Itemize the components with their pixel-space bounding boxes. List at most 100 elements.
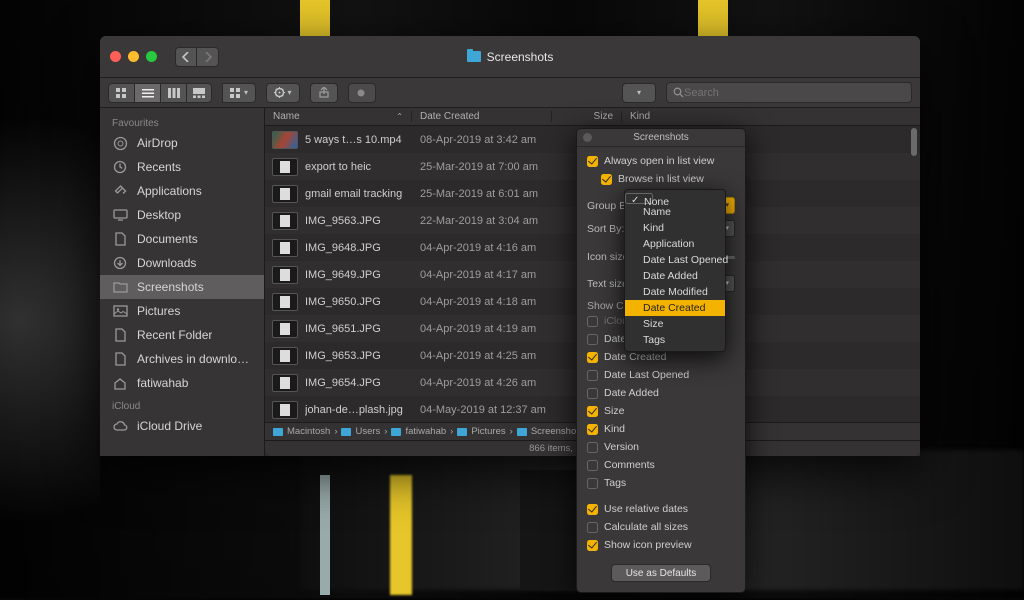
folder-icon (467, 51, 481, 62)
column-toggle-version[interactable]: Version (577, 438, 745, 456)
share-button[interactable] (310, 83, 338, 103)
column-toggle-kind[interactable]: Kind (577, 420, 745, 438)
path-segment[interactable]: fatiwahab (405, 426, 446, 437)
menu-item-date-modified[interactable]: Date Modified (625, 284, 725, 300)
file-thumbnail (265, 131, 305, 149)
dropdown-button[interactable]: ▾ (622, 83, 656, 103)
path-segment[interactable]: Users (355, 426, 380, 437)
panel-title-text: Screenshots (633, 132, 689, 143)
checkbox-icon (587, 504, 598, 515)
sidebar-item-icloud-drive[interactable]: iCloud Drive (100, 414, 264, 438)
arrange-segment: ▾ (222, 83, 256, 103)
sidebar-item-desktop[interactable]: Desktop (100, 203, 264, 227)
file-name: johan-de…plash.jpg (305, 404, 412, 416)
minimize-button[interactable] (128, 51, 139, 62)
column-toggle-date-last-opened[interactable]: Date Last Opened (577, 366, 745, 384)
gallery-view-button[interactable] (186, 83, 212, 103)
file-thumbnail (265, 239, 305, 257)
file-thumbnail (265, 374, 305, 392)
option-show-icon-preview[interactable]: Show icon preview (577, 536, 745, 554)
search-icon (673, 87, 684, 98)
sidebar-item-fatiwahab[interactable]: fatiwahab (100, 371, 264, 395)
close-button[interactable] (110, 51, 121, 62)
file-name: IMG_9648.JPG (305, 242, 412, 254)
sidebar-item-airdrop[interactable]: AirDrop (100, 131, 264, 155)
col-kind[interactable]: Kind (622, 111, 920, 122)
sidebar-item-documents[interactable]: Documents (100, 227, 264, 251)
menu-item-application[interactable]: Application (625, 236, 725, 252)
file-name: IMG_9654.JPG (305, 377, 412, 389)
checkbox-icon (587, 352, 598, 363)
titlebar[interactable]: Screenshots (100, 36, 920, 78)
file-date: 25-Mar-2019 at 6:01 am (412, 188, 552, 200)
col-date-created[interactable]: Date Created (412, 111, 552, 122)
file-name: export to heic (305, 161, 412, 173)
zoom-button[interactable] (146, 51, 157, 62)
menu-item-none[interactable]: None (625, 193, 653, 204)
checkbox-icon (587, 522, 598, 533)
icon-view-button[interactable] (108, 83, 134, 103)
menu-item-size[interactable]: Size (625, 316, 725, 332)
forward-button[interactable] (197, 47, 219, 67)
checkbox-icon (587, 334, 598, 345)
option-calculate-all-sizes[interactable]: Calculate all sizes (577, 518, 745, 536)
folder-icon (517, 428, 527, 436)
group-by-menu[interactable]: NoneNameKindApplicationDate Last OpenedD… (624, 189, 726, 352)
use-as-defaults-button[interactable]: Use as Defaults (611, 564, 711, 582)
column-toggle-date-added[interactable]: Date Added (577, 384, 745, 402)
list-view-button[interactable] (134, 83, 160, 103)
search-input[interactable] (684, 87, 905, 99)
file-date: 04-Apr-2019 at 4:17 am (412, 269, 552, 281)
action-button[interactable]: ▾ (266, 83, 300, 103)
folder-icon (112, 280, 128, 294)
column-toggle-comments[interactable]: Comments (577, 456, 745, 474)
option-use-relative-dates[interactable]: Use relative dates (577, 500, 745, 518)
checkbox-icon (587, 424, 598, 435)
file-thumbnail (265, 347, 305, 365)
finder-window: Screenshots ▾ ▾ ▾ FavouritesAirDropRecen… (100, 36, 920, 456)
sidebar-item-screenshots[interactable]: Screenshots (100, 275, 264, 299)
sidebar-item-recents[interactable]: Recents (100, 155, 264, 179)
chevron-right-icon: › (450, 426, 453, 437)
path-segment[interactable]: Pictures (471, 426, 505, 437)
menu-item-name[interactable]: Name (625, 204, 725, 220)
menu-item-date-added[interactable]: Date Added (625, 268, 725, 284)
path-segment[interactable]: Macintosh (287, 426, 330, 437)
column-toggle-size[interactable]: Size (577, 402, 745, 420)
arrange-button[interactable]: ▾ (222, 83, 256, 103)
sidebar-item-applications[interactable]: Applications (100, 179, 264, 203)
file-date: 04-May-2019 at 12:37 am (412, 404, 552, 416)
file-date: 04-Apr-2019 at 4:19 am (412, 323, 552, 335)
browse-list-checkbox[interactable]: Browse in list view (577, 170, 745, 188)
column-view-button[interactable] (160, 83, 186, 103)
chevron-right-icon: › (334, 426, 337, 437)
checkbox-icon (587, 478, 598, 489)
panel-close-button[interactable] (583, 133, 592, 142)
sidebar-item-archives-in-downlo-[interactable]: Archives in downlo… (100, 347, 264, 371)
panel-titlebar[interactable]: Screenshots (577, 129, 745, 147)
back-button[interactable] (175, 47, 197, 67)
menu-item-date-created[interactable]: Date Created (625, 300, 725, 316)
column-toggle-tags[interactable]: Tags (577, 474, 745, 492)
sidebar-item-label: Recents (137, 160, 181, 174)
tags-button[interactable] (348, 83, 376, 103)
menu-item-tags[interactable]: Tags (625, 332, 725, 348)
always-list-checkbox[interactable]: Always open in list view (577, 152, 745, 170)
sidebar-item-pictures[interactable]: Pictures (100, 299, 264, 323)
file-date: 22-Mar-2019 at 3:04 am (412, 215, 552, 227)
search-field[interactable] (666, 82, 912, 103)
scrollbar-thumb[interactable] (911, 128, 917, 156)
col-size[interactable]: Size (552, 111, 622, 122)
checkbox-icon (587, 316, 598, 327)
sidebar: FavouritesAirDropRecentsApplicationsDesk… (100, 108, 265, 456)
col-name[interactable]: Name⌃ (265, 111, 412, 122)
folder-icon (457, 428, 467, 436)
sidebar-item-label: Recent Folder (137, 328, 212, 342)
doc-icon (112, 352, 128, 366)
sidebar-item-label: Screenshots (137, 280, 204, 294)
menu-item-date-last-opened[interactable]: Date Last Opened (625, 252, 725, 268)
sidebar-item-downloads[interactable]: Downloads (100, 251, 264, 275)
file-thumbnail (265, 212, 305, 230)
sidebar-item-recent-folder[interactable]: Recent Folder (100, 323, 264, 347)
menu-item-kind[interactable]: Kind (625, 220, 725, 236)
